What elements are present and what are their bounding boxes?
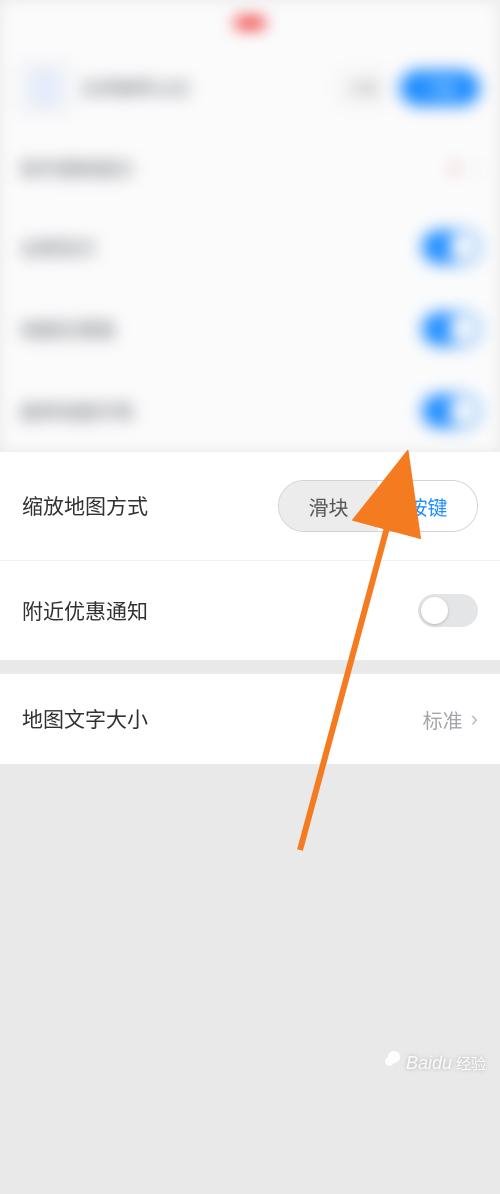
text-size-label: 地图文字大小 — [22, 704, 148, 734]
chevron-right-icon: › — [471, 706, 478, 732]
app-icon — [20, 63, 70, 113]
watermark: Baidu 经验 — [380, 1047, 486, 1074]
blur-label: 软件更新提示 — [20, 155, 134, 182]
empty-area — [0, 764, 500, 1194]
nearby-deals-toggle[interactable] — [418, 594, 478, 627]
watermark-suffix: 经验 — [456, 1053, 486, 1074]
blur-row-toggle-1: 全屏显示 — [20, 206, 480, 288]
row-nearby-deals: 附近优惠通知 — [0, 560, 500, 660]
row-zoom-method: 缩放地图方式 滑块 按键 — [0, 452, 500, 560]
settings-section-2: 地图文字大小 标准 › — [0, 674, 500, 764]
toggle-switch[interactable] — [422, 394, 480, 428]
blur-value: •› — [451, 156, 480, 182]
settings-section: 缩放地图方式 滑块 按键 附近优惠通知 — [0, 452, 500, 660]
nearby-deals-label: 附近优惠通知 — [22, 596, 148, 626]
section-separator — [0, 660, 500, 674]
text-size-value-group: 标准 › — [423, 705, 478, 734]
blur-row-toggle-3: 旋转地图手势 — [20, 370, 480, 452]
toggle-switch[interactable] — [422, 312, 480, 346]
download-button[interactable]: 下载 — [400, 70, 480, 106]
watermark-text: Baidu — [406, 1053, 452, 1074]
blur-row-toggle-2: 地图实景图 — [20, 288, 480, 370]
zoom-option-slider[interactable]: 滑块 — [279, 481, 378, 531]
details-button[interactable]: 详情 — [336, 70, 390, 106]
row-text-size[interactable]: 地图文字大小 标准 › — [0, 674, 500, 764]
app-name: 应用推荐占位 — [82, 75, 336, 101]
zoom-method-label: 缩放地图方式 — [22, 491, 148, 521]
app-banner: 应用推荐占位 详情 下载 — [20, 45, 480, 131]
baidu-paw-icon — [380, 1047, 402, 1069]
blur-label: 地图实景图 — [20, 316, 115, 343]
blur-label: 全屏显示 — [20, 234, 96, 261]
text-size-value: 标准 — [423, 705, 463, 734]
zoom-method-segmented[interactable]: 滑块 按键 — [278, 480, 478, 532]
status-indicator-icon — [235, 18, 265, 28]
blur-label: 旋转地图手势 — [20, 398, 134, 425]
zoom-option-button[interactable]: 按键 — [378, 481, 477, 531]
toggle-switch[interactable] — [422, 230, 480, 264]
blurred-section: 应用推荐占位 详情 下载 软件更新提示 •› 全屏显示 地图实景图 旋转地图手势 — [0, 0, 500, 452]
blur-row-version: 软件更新提示 •› — [20, 131, 480, 206]
status-bar — [20, 0, 480, 45]
blurred-inner: 应用推荐占位 详情 下载 软件更新提示 •› 全屏显示 地图实景图 旋转地图手势 — [0, 0, 500, 452]
